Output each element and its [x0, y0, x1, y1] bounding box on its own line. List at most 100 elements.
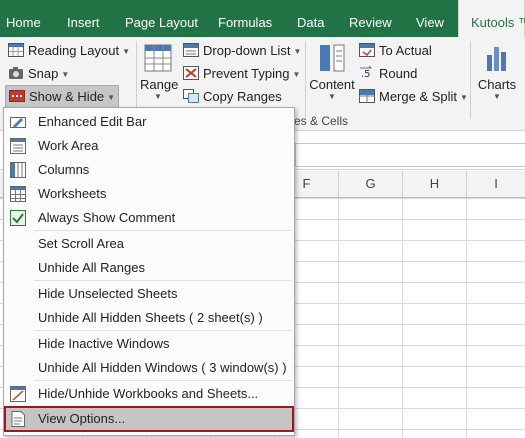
tab-page-layout[interactable]: Page Layout — [125, 0, 198, 37]
merge-split-label: Merge & Split — [379, 89, 458, 104]
menu-item-unhide-all-ranges[interactable]: Unhide All Ranges — [4, 256, 294, 280]
to-actual-label: To Actual — [379, 43, 432, 58]
chevron-down-icon: ▼ — [61, 70, 70, 79]
ribbon-tab-bar: Home Insert Page Layout Formulas Data Re… — [0, 0, 525, 38]
checkbox-checked-icon — [10, 210, 26, 226]
range-label: Range — [140, 77, 179, 92]
menu-item-set-scroll-area[interactable]: Set Scroll Area — [4, 232, 294, 256]
menu-item-hide-unhide-workbooks[interactable]: Hide/Unhide Workbooks and Sheets... — [4, 382, 294, 406]
menu-separator — [34, 230, 292, 231]
tab-data[interactable]: Data — [297, 0, 324, 37]
chevron-down-icon: ▼ — [493, 92, 501, 101]
ribbon-divider — [470, 41, 471, 119]
ribbon-group-label: es & Cells — [294, 114, 349, 128]
charts-button[interactable]: Charts ▼ — [476, 43, 518, 101]
view-options-icon — [11, 411, 25, 427]
menu-item-enhanced-edit-bar[interactable]: Enhanced Edit Bar — [4, 110, 294, 134]
merge-split-icon — [359, 89, 375, 103]
tab-kutools[interactable]: Kutools ™ — [458, 0, 525, 38]
content-icon — [320, 44, 345, 72]
ribbon-divider — [305, 41, 306, 119]
menu-separator — [34, 330, 292, 331]
menu-item-unhide-all-hidden-sheets[interactable]: Unhide All Hidden Sheets ( 2 sheet(s) ) — [4, 306, 294, 330]
work-area-icon — [10, 138, 26, 154]
menu-item-label: Always Show Comment — [38, 210, 176, 225]
formula-input[interactable] — [295, 143, 525, 167]
bar-chart-icon — [487, 47, 506, 71]
prevent-typing-label: Prevent Typing — [203, 66, 290, 81]
menu-separator — [34, 280, 292, 281]
svg-text:.5: .5 — [361, 69, 371, 80]
column-header-i[interactable]: I — [467, 171, 525, 198]
copy-ranges-icon — [183, 89, 199, 103]
chevron-down-icon: ▼ — [460, 93, 468, 102]
worksheets-icon — [10, 186, 26, 202]
chevron-down-icon: ▼ — [107, 93, 116, 102]
menu-item-unhide-all-hidden-windows[interactable]: Unhide All Hidden Windows ( 3 window(s) … — [4, 356, 294, 380]
menu-item-view-options[interactable]: View Options... — [4, 406, 294, 432]
menu-item-label: Set Scroll Area — [38, 236, 124, 251]
menu-item-label: Unhide All Hidden Sheets ( 2 sheet(s) ) — [38, 310, 263, 325]
reading-layout-label: Reading Layout — [28, 43, 120, 58]
camera-icon — [9, 67, 23, 79]
copy-ranges-label: Copy Ranges — [203, 89, 282, 104]
tab-view[interactable]: View — [416, 0, 444, 37]
dropdown-list-icon — [183, 43, 199, 57]
tab-formulas[interactable]: Formulas — [218, 0, 272, 37]
prevent-typing-button[interactable]: Prevent Typing ▼ — [183, 64, 300, 84]
menu-item-columns[interactable]: Columns — [4, 158, 294, 182]
menu-item-label: Work Area — [38, 138, 99, 153]
show-hide-menu: Enhanced Edit Bar Work Area Columns Work… — [3, 107, 295, 436]
content-button[interactable]: Content ▼ — [308, 43, 356, 101]
range-button[interactable]: Range ▼ — [140, 43, 179, 101]
show-hide-label: Show & Hide — [29, 89, 105, 104]
menu-item-label: View Options... — [38, 411, 126, 426]
tab-review[interactable]: Review — [349, 0, 392, 37]
menu-item-hide-inactive-windows[interactable]: Hide Inactive Windows — [4, 332, 294, 356]
tab-home[interactable]: Home — [6, 0, 41, 37]
round-button[interactable]: .5 Round — [359, 64, 417, 84]
dropdown-list-button[interactable]: Drop-down List ▼ — [183, 41, 301, 61]
show-hide-icon — [9, 90, 25, 102]
copy-ranges-button[interactable]: Copy Ranges — [183, 87, 282, 107]
show-hide-button[interactable]: Show & Hide ▼ — [5, 85, 120, 109]
menu-item-label: Worksheets — [38, 186, 107, 201]
menu-item-label: Enhanced Edit Bar — [38, 114, 147, 129]
workbook-sheets-icon — [10, 386, 26, 402]
menu-item-label: Columns — [38, 162, 90, 177]
range-icon — [144, 44, 172, 72]
chevron-down-icon: ▼ — [328, 92, 336, 101]
columns-icon — [10, 162, 26, 178]
menu-separator — [34, 380, 292, 381]
menu-item-label: Hide Inactive Windows — [38, 336, 170, 351]
menu-item-label: Unhide All Hidden Windows ( 3 window(s) … — [38, 360, 287, 375]
snap-button[interactable]: Snap ▼ — [8, 64, 69, 84]
snap-label: Snap — [28, 66, 59, 81]
menu-item-work-area[interactable]: Work Area — [4, 134, 294, 158]
charts-label: Charts — [477, 77, 517, 92]
round-label: Round — [379, 66, 418, 81]
menu-item-always-show-comment[interactable]: Always Show Comment — [4, 206, 294, 230]
chevron-down-icon: ▼ — [122, 47, 130, 56]
reading-layout-button[interactable]: Reading Layout ▼ — [8, 41, 130, 61]
menu-item-hide-unselected-sheets[interactable]: Hide Unselected Sheets — [4, 282, 294, 306]
content-label: Content — [309, 77, 355, 92]
menu-item-label: Hide/Unhide Workbooks and Sheets... — [38, 386, 259, 401]
column-header-g[interactable]: G — [339, 171, 403, 198]
to-actual-button[interactable]: To Actual — [359, 41, 432, 61]
chevron-down-icon: ▼ — [154, 92, 162, 101]
menu-item-worksheets[interactable]: Worksheets — [4, 182, 294, 206]
round-icon: .5 — [360, 66, 373, 80]
column-header-h[interactable]: H — [403, 171, 467, 198]
chevron-down-icon: ▼ — [293, 47, 302, 56]
tab-insert[interactable]: Insert — [67, 0, 100, 37]
menu-item-label: Unhide All Ranges — [38, 260, 145, 275]
merge-split-button[interactable]: Merge & Split ▼ — [359, 87, 468, 107]
reading-layout-icon — [8, 43, 24, 57]
prevent-typing-icon — [183, 66, 199, 80]
edit-bar-icon — [10, 117, 26, 128]
menu-item-label: Hide Unselected Sheets — [38, 286, 178, 301]
dropdown-list-label: Drop-down List — [203, 43, 291, 58]
to-actual-icon — [359, 43, 375, 57]
chevron-down-icon: ▼ — [292, 70, 301, 79]
